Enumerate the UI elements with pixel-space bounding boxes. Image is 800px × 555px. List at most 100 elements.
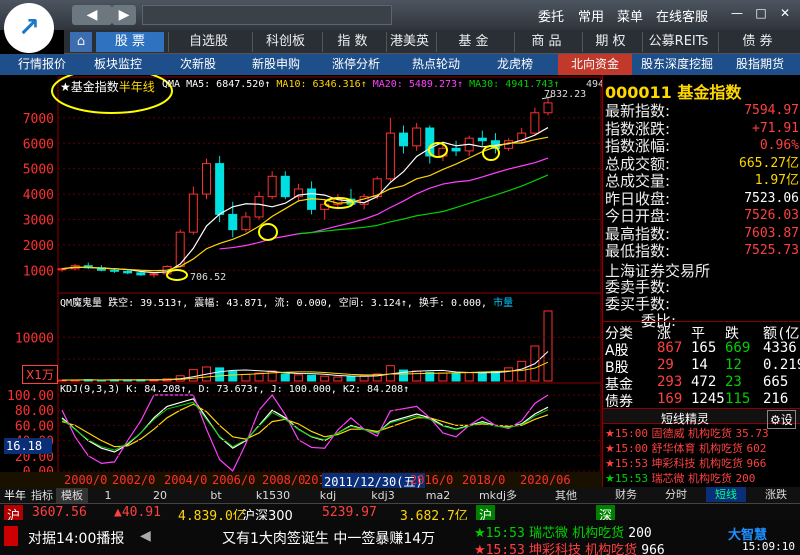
- chart-tab[interactable]: bt: [196, 488, 236, 503]
- table-cell: 4336: [763, 340, 797, 356]
- info-value: 0.96%: [759, 138, 799, 153]
- info-value: 7525.73: [744, 243, 799, 258]
- subnav-northbound[interactable]: 北向资金: [558, 54, 632, 75]
- table-cell: 472: [691, 374, 717, 390]
- chart-tab[interactable]: mkdj多: [470, 488, 526, 503]
- info-row: 今日开盘: 7526.03: [605, 207, 800, 225]
- price-tick-label: 7000: [23, 112, 54, 127]
- table-cell: 165: [691, 340, 717, 356]
- chart-tab[interactable]: 1: [88, 488, 128, 503]
- menu-order[interactable]: 委托: [538, 6, 564, 25]
- menu-common[interactable]: 常用: [578, 6, 604, 25]
- elves-row[interactable]: ★15:00 固德威 机构吃货 35.73: [605, 425, 800, 440]
- candle-down: [228, 213, 238, 231]
- candle-up: [254, 196, 264, 218]
- info-label: 最低指数:: [605, 242, 671, 260]
- candle-down: [215, 163, 225, 215]
- subnav-ipo[interactable]: 新股申购: [240, 54, 312, 75]
- ticker-event-1[interactable]: ★15:53 瑞芯微 机构吃货 200: [474, 522, 714, 541]
- candle-down: [123, 270, 133, 274]
- date-tick: 2020/06: [520, 473, 571, 487]
- candle-up: [412, 127, 422, 147]
- tab-watchlist[interactable]: 自选股: [168, 32, 248, 52]
- elves-time: 15:00: [614, 442, 648, 455]
- subnav-new-stocks[interactable]: 次新股: [168, 54, 228, 75]
- candle-up: [530, 112, 540, 134]
- chart-period[interactable]: 半年线: [119, 80, 155, 94]
- tab-bonds[interactable]: 债 券: [718, 32, 796, 52]
- subnav-shareholder[interactable]: 股东深度挖掘: [636, 54, 718, 75]
- chart-tab[interactable]: 其他: [536, 488, 596, 503]
- elves-row[interactable]: ★15:53 瑞芯微 机构吃货 200: [605, 470, 800, 485]
- chart-tab[interactable]: 半年线: [2, 488, 28, 517]
- tab-shortline[interactable]: 短线: [706, 487, 746, 502]
- volume-bar: [477, 371, 487, 382]
- tab-finance[interactable]: 财务: [606, 487, 646, 502]
- chart-tab[interactable]: ma2: [416, 488, 460, 503]
- ticker-event-2[interactable]: ★15:53 坤彩科技 机构吃货 966: [474, 539, 714, 555]
- volume-bar: [307, 374, 317, 382]
- volume-title: QM魔鬼量: [60, 298, 103, 309]
- date-tick: 2016/0: [410, 473, 454, 487]
- volume-bar: [346, 376, 356, 382]
- price-tick-label: 4000: [23, 188, 54, 203]
- table-cell: 12: [725, 357, 742, 373]
- subnav-index-futures[interactable]: 股指期货: [722, 54, 798, 75]
- home-icon[interactable]: ⌂: [70, 32, 92, 52]
- tab-index[interactable]: 指 数: [322, 32, 382, 52]
- tab-updown[interactable]: 涨跌: [756, 487, 796, 502]
- volume-fields: 跌空: 39.513↑, 震幅: 43.871, 流: 0.000, 空间: 3…: [108, 298, 488, 309]
- ticker-arrow-icon[interactable]: ◀: [140, 528, 151, 544]
- elves-value: 966: [746, 457, 767, 470]
- candle-up: [543, 102, 553, 114]
- chart-tab[interactable]: kdj: [306, 488, 350, 503]
- info-code: 000011: [605, 83, 672, 102]
- volume-bar: [241, 373, 251, 382]
- ticker-scroll-text[interactable]: 又有1大肉签诞生 中一签暴赚14万: [222, 528, 435, 548]
- chart-tab[interactable]: k1530: [250, 488, 296, 503]
- maximize-icon[interactable]: □: [754, 6, 768, 20]
- subnav-quotes[interactable]: 行情报价: [6, 54, 78, 75]
- tab-hk-us[interactable]: 港美英: [386, 32, 432, 52]
- subnav-limit-up[interactable]: 涨停分析: [320, 54, 392, 75]
- chart-tab[interactable]: 20: [140, 488, 180, 503]
- table-cell: 169: [657, 391, 683, 407]
- volume-bar: [451, 373, 461, 382]
- menu-online-service[interactable]: 在线客服: [656, 6, 708, 25]
- tab-star-market[interactable]: 科创板: [252, 32, 318, 52]
- table-cell: 29: [657, 357, 674, 373]
- tab-commodity[interactable]: 商 品: [514, 32, 578, 52]
- commission-label: 委卖手数:: [605, 278, 671, 296]
- tab-reits[interactable]: 公募REITs: [642, 32, 714, 52]
- sub-nav: 行情报价 板块监控 次新股 新股申购 涨停分析 热点轮动 龙虎榜 北向资金 股东…: [0, 54, 800, 75]
- elves-row[interactable]: ★15:53 坤彩科技 机构吃货 966: [605, 455, 800, 470]
- elves-row[interactable]: ★15:00 舒华体育 机构吃货 602: [605, 440, 800, 455]
- menu-main[interactable]: 菜单: [617, 6, 643, 25]
- info-label: 今日开盘:: [605, 207, 671, 225]
- ticker-left-text[interactable]: 对据14:00播报: [28, 528, 124, 548]
- volume-bar: [517, 360, 527, 382]
- ma5-label: QMA MA5: 6847.520↑: [162, 79, 271, 90]
- subnav-sector-monitor[interactable]: 板块监控: [80, 54, 156, 75]
- kline-chart[interactable]: 1000200030004000500060007000 10000 0.002…: [0, 75, 602, 487]
- subnav-dragon-tiger[interactable]: 龙虎榜: [484, 54, 546, 75]
- chart-tab[interactable]: 指标: [28, 488, 56, 503]
- tab-fund[interactable]: 基 金: [436, 32, 510, 52]
- elves-value: 602: [746, 442, 767, 455]
- app-logo-icon[interactable]: ↗: [4, 3, 54, 53]
- minimize-icon[interactable]: —: [730, 6, 744, 20]
- search-input[interactable]: [142, 5, 392, 25]
- info-row: 昨日收盘: 7523.06: [605, 190, 800, 208]
- close-icon[interactable]: ✕: [778, 6, 792, 20]
- subnav-hot-rotation[interactable]: 热点轮动: [400, 54, 472, 75]
- chart-index-name: ★基金指数: [60, 80, 119, 94]
- tab-timeshare[interactable]: 分时: [656, 487, 696, 502]
- chart-tab[interactable]: kdj3: [360, 488, 406, 503]
- tab-stocks[interactable]: 股 票: [96, 32, 164, 52]
- chart-tab[interactable]: 模板: [56, 488, 88, 503]
- date-tick: 2002/0: [112, 473, 156, 487]
- back-button[interactable]: ◀: [72, 5, 112, 25]
- elves-stock: 舒华体育: [651, 442, 696, 455]
- forward-button[interactable]: ▶: [112, 5, 136, 25]
- tab-options[interactable]: 期 权: [582, 32, 638, 52]
